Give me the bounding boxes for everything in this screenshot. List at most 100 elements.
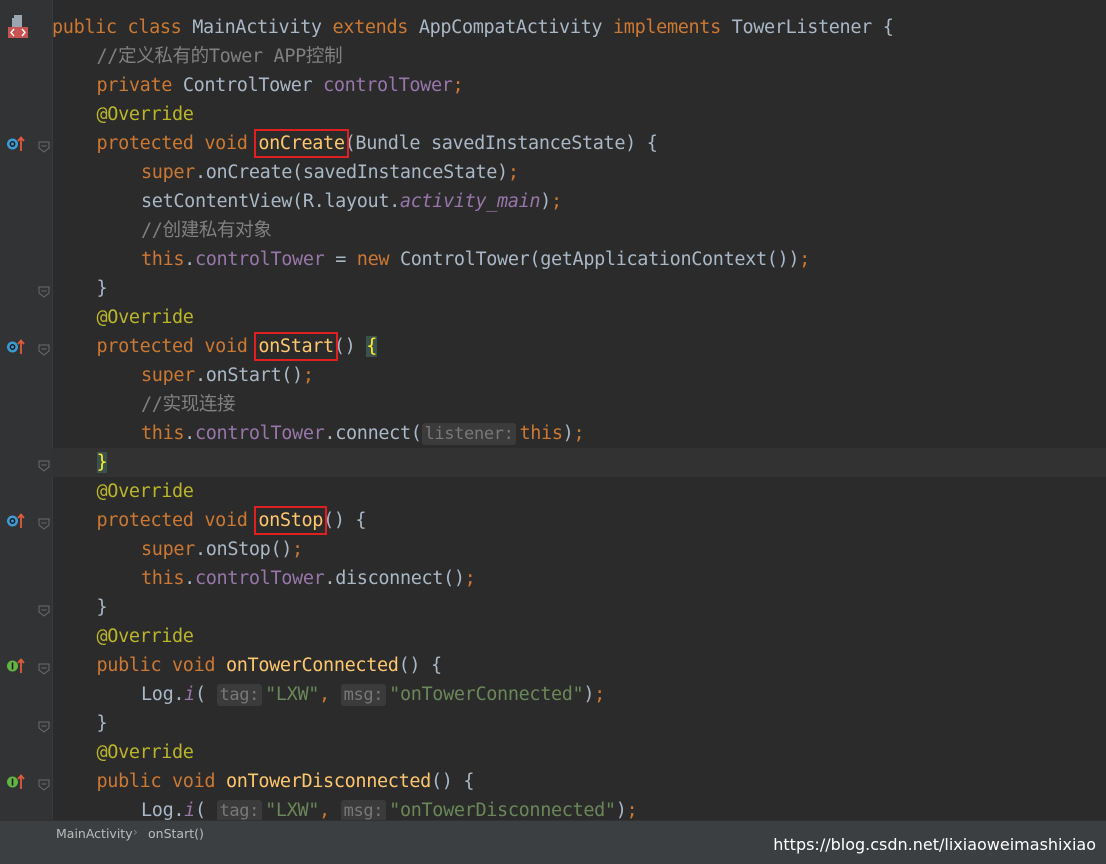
code-line[interactable]: //定义私有的Tower APP控制 (52, 42, 1106, 71)
code-line[interactable]: //创建私有对象 (52, 216, 1106, 245)
code-token: //创建私有对象 (141, 220, 272, 241)
fold-marker-icon[interactable] (38, 138, 50, 153)
fold-marker-icon[interactable] (38, 457, 50, 472)
code-token: ( (194, 684, 217, 705)
code-token: protected void (96, 510, 259, 531)
code-token: ; (594, 684, 605, 705)
code-token: .connect( (324, 423, 422, 444)
code-line[interactable]: protected void onCreate(Bundle savedInst… (52, 129, 1106, 158)
code-token: .disconnect() (324, 568, 465, 589)
code-token: .onStart() (194, 365, 303, 386)
code-token: } (96, 713, 108, 734)
code-line[interactable]: super.onStop(); (52, 535, 1106, 564)
code-line[interactable]: } (52, 274, 1106, 303)
code-line[interactable]: setContentView(R.layout.activity_main); (52, 187, 1106, 216)
fold-marker-icon[interactable] (38, 776, 50, 791)
code-token: (Bundle savedInstanceState) { (344, 133, 658, 154)
implement-method-icon[interactable] (6, 657, 26, 675)
code-token: ; (626, 800, 638, 820)
code-line[interactable]: //实现连接 (52, 390, 1106, 419)
code-token: ) (562, 423, 574, 444)
code-token: @Override (96, 307, 194, 328)
code-token: protected void (96, 336, 259, 357)
fold-marker-icon[interactable] (38, 515, 50, 530)
code-line[interactable]: private ControlTower controlTower; (52, 71, 1106, 100)
implement-method-icon[interactable] (6, 773, 26, 791)
code-token: , (319, 800, 341, 820)
code-token: controlTower (194, 568, 325, 589)
code-line[interactable]: } (52, 448, 1106, 477)
code-token: @Override (96, 626, 194, 647)
code-token: this (141, 568, 185, 589)
code-token: MainActivity (192, 17, 333, 38)
code-line[interactable]: public void onTowerConnected() { (52, 651, 1106, 680)
highlighted-method-name: onStart (254, 332, 338, 361)
code-line[interactable]: public void onTowerDisconnected() { (52, 767, 1106, 796)
highlighted-method-name: onStop (254, 506, 328, 535)
code-line[interactable]: } (52, 593, 1106, 622)
code-line[interactable]: Log.i( tag: "LXW", msg: "onTowerDisconnect… (52, 796, 1106, 820)
code-token: () { (430, 771, 475, 792)
code-line[interactable]: Log.i( tag: "LXW", msg: "onTowerConnected"… (52, 680, 1106, 709)
code-token: ; (507, 162, 519, 183)
line-gutter[interactable] (0, 0, 36, 820)
code-token: super (141, 539, 195, 560)
code-token: ; (464, 568, 476, 589)
code-line[interactable]: @Override (52, 303, 1106, 332)
code-line[interactable]: @Override (52, 100, 1106, 129)
code-line[interactable]: protected void onStop() { (52, 506, 1106, 535)
code-line[interactable]: this.controlTower = new ControlTower(get… (52, 245, 1106, 274)
fold-marker-icon[interactable] (38, 718, 50, 733)
code-token: public class (52, 17, 193, 38)
code-editor[interactable]: public class MainActivity extends AppCom… (0, 0, 1106, 820)
parameter-hint: tag: (216, 684, 263, 706)
code-token: AppCompatActivity (418, 17, 613, 38)
code-token: ControlTower(getApplicationContext()) (399, 249, 800, 270)
watermark-text: https://blog.csdn.net/lixiaoweimashixiao (773, 835, 1096, 854)
code-token: @Override (96, 104, 194, 125)
code-token: ) (540, 191, 551, 212)
override-method-icon[interactable] (6, 512, 26, 530)
code-token: .onCreate(savedInstanceState) (194, 162, 508, 183)
code-token: ; (302, 365, 314, 386)
code-line[interactable]: @Override (52, 622, 1106, 651)
code-line[interactable]: public class MainActivity extends AppCom… (52, 13, 1106, 42)
fold-marker-icon[interactable] (38, 602, 50, 617)
code-line[interactable]: super.onCreate(savedInstanceState); (52, 158, 1106, 187)
code-token: } (96, 597, 108, 618)
code-token: , (319, 684, 341, 705)
code-token: new (356, 249, 400, 270)
code-token: implements (613, 17, 732, 38)
code-token: this (141, 423, 185, 444)
code-line[interactable]: @Override (52, 738, 1106, 767)
parameter-hint: listener: (421, 423, 517, 445)
highlighted-method-name: onCreate (254, 129, 349, 158)
code-token: ) (615, 800, 627, 820)
code-token: protected void (96, 133, 259, 154)
code-line[interactable]: protected void onStart() { (52, 332, 1106, 361)
override-method-icon[interactable] (6, 135, 26, 153)
fold-marker-icon[interactable] (38, 341, 50, 356)
code-line[interactable]: } (52, 709, 1106, 738)
code-token: this (519, 423, 563, 444)
code-line[interactable]: super.onStart(); (52, 361, 1106, 390)
breadcrumb-method[interactable]: onStart() (148, 826, 204, 841)
code-token: . (184, 423, 195, 444)
breadcrumb-class[interactable]: MainActivity (56, 826, 133, 841)
code-token: i (184, 684, 195, 705)
code-token: extends (332, 17, 419, 38)
fold-marker-icon[interactable] (38, 283, 50, 298)
code-line[interactable]: this.controlTower.disconnect(); (52, 564, 1106, 593)
code-line[interactable]: @Override (52, 477, 1106, 506)
android-class-icon[interactable] (7, 15, 28, 38)
code-line[interactable]: this.controlTower.connect(listener: this)… (52, 419, 1106, 448)
code-token: i (184, 800, 195, 820)
fold-marker-icon[interactable] (38, 660, 50, 675)
code-token: public void (96, 771, 226, 792)
fold-gutter[interactable] (36, 0, 53, 820)
code-token: @Override (96, 481, 194, 502)
code-token: "onTowerConnected" (389, 684, 584, 705)
code-token: } (96, 278, 108, 299)
parameter-hint: msg: (340, 800, 387, 820)
override-method-icon[interactable] (6, 338, 26, 356)
